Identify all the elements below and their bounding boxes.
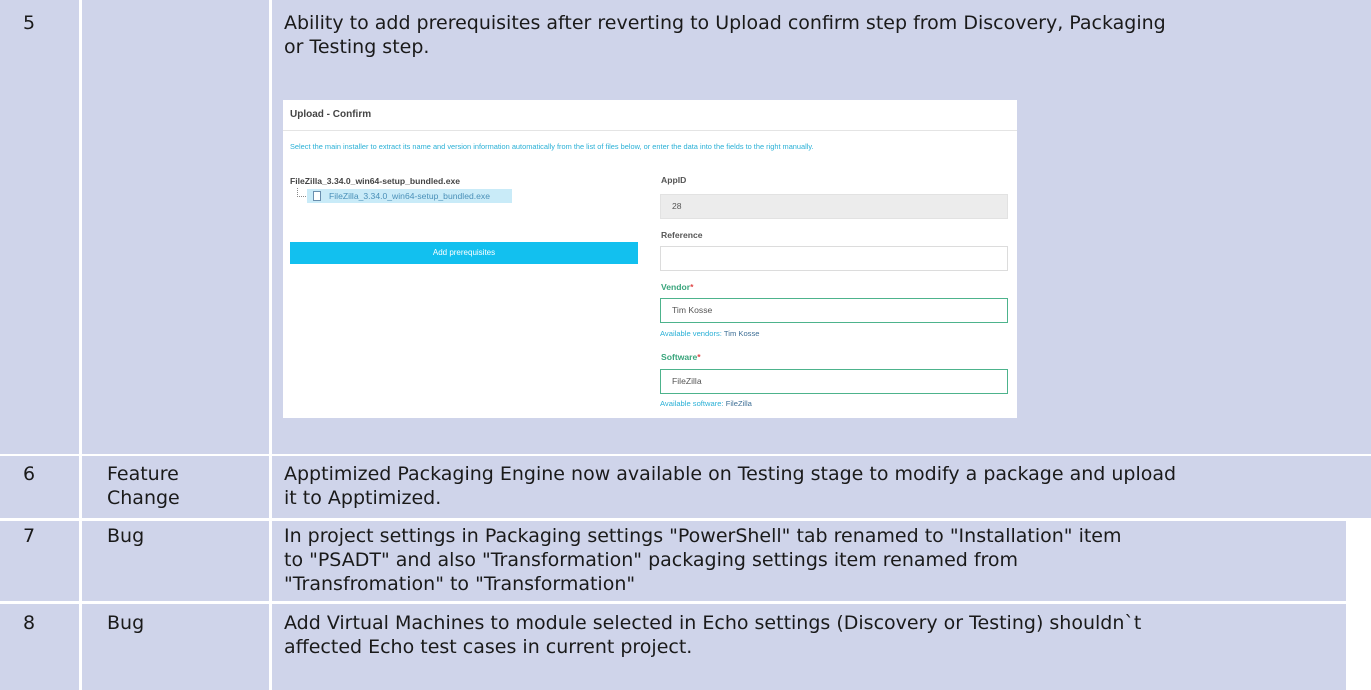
upload-confirm-screenshot: Upload - Confirm Select the main install…	[283, 100, 1017, 418]
appid-field: 28	[660, 194, 1008, 219]
appid-label: AppID	[661, 175, 687, 185]
divider	[283, 130, 1017, 131]
required-mark: *	[697, 352, 701, 362]
panel-title: Upload - Confirm	[290, 109, 372, 120]
software-hint-text: Available software:	[660, 399, 724, 408]
description-line: In project settings in Packaging setting…	[284, 525, 1122, 547]
reference-field[interactable]	[660, 246, 1008, 271]
column-divider	[79, 604, 82, 690]
column-divider	[269, 456, 272, 518]
description-line: or Testing step.	[284, 36, 430, 58]
tree-connector	[297, 188, 306, 197]
file-icon	[313, 191, 321, 201]
column-divider	[79, 456, 82, 518]
row-number: 6	[23, 463, 36, 485]
column-divider	[79, 521, 82, 601]
row-type: Feature Change	[107, 456, 257, 518]
column-divider	[269, 604, 272, 690]
add-prerequisites-button[interactable]: Add prerequisites	[290, 242, 638, 264]
table-row: 8 Bug Add Virtual Machines to module sel…	[0, 604, 1346, 690]
table-row: 5 Ability to add prerequisites after rev…	[0, 0, 1371, 454]
column-divider	[269, 0, 272, 454]
type-line: Feature	[107, 463, 179, 485]
description-line: affected Echo test cases in current proj…	[284, 636, 693, 658]
column-divider	[79, 0, 82, 454]
column-divider	[269, 521, 272, 601]
description-line: Apptimized Packaging Engine now availabl…	[284, 463, 1177, 485]
software-suggestion[interactable]: FileZilla	[726, 399, 752, 408]
row-description: Apptimized Packaging Engine now availabl…	[284, 456, 1176, 518]
vendor-field[interactable]: Tim Kosse	[660, 298, 1008, 323]
description-line: Add Virtual Machines to module selected …	[284, 612, 1142, 634]
row-number: 8	[23, 612, 36, 634]
row-type: Bug	[107, 612, 145, 634]
required-mark: *	[690, 282, 694, 292]
vendor-hint: Available vendors: Tim Kosse	[660, 329, 760, 338]
vendor-hint-text: Available vendors:	[660, 329, 722, 338]
reference-label: Reference	[661, 230, 703, 240]
file-name: FileZilla_3.34.0_win64-setup_bundled.exe	[329, 191, 491, 201]
vendor-label-text: Vendor	[661, 282, 691, 292]
description-line: it to Apptimized.	[284, 487, 442, 509]
row-type: Bug	[107, 525, 145, 547]
row-description: Add Virtual Machines to module selected …	[284, 604, 1141, 690]
software-hint: Available software: FileZilla	[660, 399, 752, 408]
description-line: "Transfromation" to "Transformation"	[284, 573, 636, 595]
row-number: 5	[23, 12, 36, 34]
row-number: 7	[23, 525, 36, 547]
file-tree-root[interactable]: FileZilla_3.34.0_win64-setup_bundled.exe	[290, 176, 460, 186]
row-description: In project settings in Packaging setting…	[284, 521, 1122, 601]
description-line: to "PSADT" and also "Transformation" pac…	[284, 549, 1019, 571]
table-row: 7 Bug In project settings in Packaging s…	[0, 521, 1346, 601]
software-label: Software*	[661, 352, 701, 362]
software-label-text: Software	[661, 352, 698, 362]
table-row: 6 Feature Change Apptimized Packaging En…	[0, 456, 1371, 518]
vendor-suggestion[interactable]: Tim Kosse	[724, 329, 760, 338]
description-line: Ability to add prerequisites after rever…	[284, 12, 1166, 34]
vendor-label: Vendor*	[661, 282, 694, 292]
instruction-text: Select the main installer to extract its…	[290, 142, 814, 151]
software-field[interactable]: FileZilla	[660, 369, 1008, 394]
type-line: Change	[107, 487, 180, 509]
file-tree-item[interactable]: FileZilla_3.34.0_win64-setup_bundled.exe	[307, 189, 512, 203]
